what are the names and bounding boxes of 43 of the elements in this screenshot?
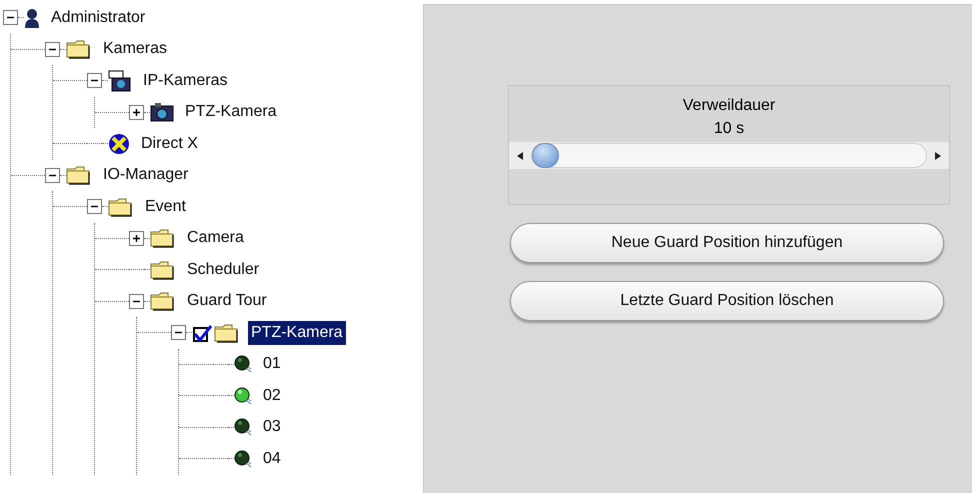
directx-icon <box>108 132 130 155</box>
tree-item[interactable]: 03 <box>260 415 284 440</box>
folder-icon <box>150 291 176 312</box>
tree-item[interactable]: IP-Kameras <box>140 68 230 93</box>
expand-toggle[interactable] <box>129 230 144 246</box>
folder-icon <box>150 228 176 248</box>
folder-icon <box>108 196 134 217</box>
collapse-toggle[interactable] <box>129 294 144 309</box>
action-button[interactable]: Letzte Guard Position löschen <box>510 281 944 321</box>
plus-icon <box>132 234 141 243</box>
collapse-toggle[interactable] <box>45 42 60 57</box>
collapse-toggle[interactable] <box>3 10 18 26</box>
action-button[interactable]: Neue Guard Position hinzufügen <box>510 223 944 263</box>
collapse-toggle[interactable] <box>171 325 186 340</box>
slider-reading: 10 s <box>712 119 746 139</box>
folder-icon <box>150 260 176 280</box>
tree-item[interactable]: Scheduler <box>184 258 262 282</box>
tree-item[interactable]: Guard Tour <box>184 289 270 314</box>
tree-item[interactable]: Kameras <box>100 37 170 62</box>
tree-item[interactable]: Direct X <box>138 132 201 156</box>
collapse-toggle[interactable] <box>87 199 102 214</box>
camera-icon <box>108 70 132 92</box>
folder-icon <box>214 322 240 343</box>
tree-item[interactable]: 02 <box>260 384 284 408</box>
folder-icon <box>66 165 92 186</box>
tree-item[interactable]: PTZ-Kamera <box>182 100 280 124</box>
tree-item[interactable]: Administrator <box>48 6 148 30</box>
collapse-toggle[interactable] <box>87 73 102 88</box>
slider-title: Verweildauer <box>682 96 776 116</box>
checkbox[interactable] <box>192 322 212 343</box>
tree-item[interactable]: PTZ-Kamera <box>248 320 346 345</box>
tree-item[interactable]: IO-Manager <box>100 163 192 188</box>
plus-icon <box>132 108 141 117</box>
folder-icon <box>66 39 92 60</box>
tree-item[interactable]: Camera <box>184 226 247 250</box>
tree-item[interactable]: 01 <box>260 352 284 376</box>
tree-item[interactable]: Event <box>142 194 189 219</box>
tree-item[interactable]: 04 <box>260 446 284 471</box>
collapse-toggle[interactable] <box>45 168 60 183</box>
person-icon <box>24 8 40 28</box>
camera-icon <box>150 102 174 122</box>
expand-toggle[interactable] <box>129 104 144 120</box>
slider-thumb[interactable] <box>532 143 559 168</box>
